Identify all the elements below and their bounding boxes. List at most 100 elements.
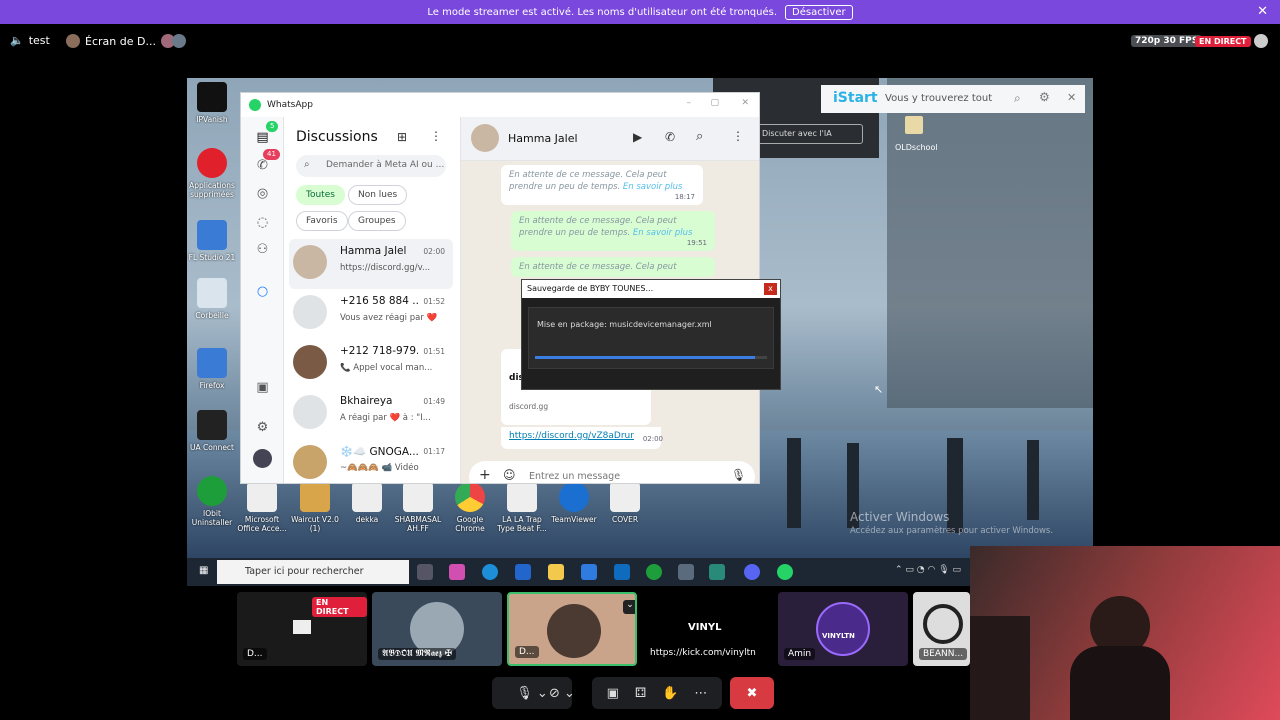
media-icon[interactable]: ▣ [254,379,271,396]
avatar [293,295,327,329]
list-item[interactable]: Hamma Jalel 02:00 https://discord.gg/v..… [289,239,453,289]
avatar [171,34,186,48]
taskbar-search-input[interactable]: Taper ici pour rechercher [217,560,409,584]
task-view-icon[interactable] [417,564,433,580]
filter-unread[interactable]: Non lues [348,185,408,205]
desktop-icon-ipvanish[interactable]: IPVanish [187,82,237,124]
store-icon[interactable] [581,564,597,580]
folder-label: OLDschool [895,143,938,152]
participant-tile[interactable]: VINYLTN Amin [778,592,908,666]
participant-tile[interactable]: VINYL https://kick.com/vinyltn [642,592,772,666]
app-icon[interactable] [678,564,694,580]
app-icon[interactable] [709,564,725,580]
sticker-icon[interactable]: ☺ [503,468,516,482]
search-input[interactable]: ⌕ Demander à Meta AI ou ... [296,155,446,177]
close-icon[interactable]: x [764,283,777,295]
microphone-icon[interactable]: 🎙 [731,468,746,482]
tile-label: 𝕬𝕭𝕯𝕺𝖀 𝕸𝕽𝖆𝖊𝖟 ✠ [378,648,457,660]
new-chat-icon[interactable]: ⊞ [397,130,407,144]
filter-favorites[interactable]: Favoris [296,211,348,231]
chat-bubble-icon[interactable] [1254,34,1268,48]
more-options-icon[interactable]: ⋯ [694,686,707,701]
maximize-icon[interactable]: ▢ [710,98,719,108]
plus-icon[interactable]: + [479,467,491,483]
system-tray-icons[interactable]: ⌃ ▭ ◔ ◠ 🎙 ▭ [895,565,961,575]
leave-call-button[interactable]: ✖ [730,677,774,709]
camera-button[interactable]: ⊘ ⌄ [538,677,586,709]
desktop-icon[interactable]: Waircut V2.0 (1) [290,482,340,533]
gear-icon[interactable]: ⚙ [1039,90,1050,104]
folder-icon[interactable] [905,116,923,134]
desktop-icon[interactable]: dekka [342,482,392,524]
status-icon[interactable]: ◎ [254,185,271,202]
avatar[interactable] [471,124,499,152]
list-item[interactable]: +216 58 884 ... 01:52 Vous avez réagi pa… [289,289,453,339]
avatar[interactable] [253,449,272,468]
search-icon[interactable]: ⌕ [696,129,703,144]
message-input[interactable]: Entrez un message [529,471,620,482]
desktop-icon[interactable]: IObit Uninstaller [187,476,237,527]
file-explorer-icon[interactable] [548,564,564,580]
whatsapp-icon[interactable] [777,564,793,580]
minimize-icon[interactable]: – [687,98,692,108]
video-call-icon[interactable]: ▶ [633,130,642,144]
start-button[interactable]: ▦ [199,565,208,576]
iobit-icon[interactable] [646,564,662,580]
desktop-icon-ua-connect[interactable]: UA Connect [187,410,237,452]
participant-tile[interactable]: BEANN... [913,592,970,666]
close-icon[interactable]: ✕ [1067,91,1076,104]
discord-icon[interactable] [744,564,760,580]
desktop-icon[interactable]: Google Chrome [445,482,495,533]
desktop-icon-opera[interactable]: Applications supprimées [187,148,237,199]
opera-icon [197,148,227,178]
chevron-down-icon[interactable]: ⌄ [623,600,635,614]
outlook-icon[interactable] [614,564,630,580]
close-icon[interactable]: ✕ [741,98,749,108]
message-composer[interactable]: + ☺ Entrez un message 🎙 [469,461,755,483]
desktop-icon[interactable]: SHABMASAL AH.FF [393,482,443,533]
channels-icon[interactable]: ◌ [254,214,271,231]
page-title: Discussions [296,129,378,145]
istart-search[interactable]: Vous y trouverez tout [885,93,992,104]
more-options-icon[interactable]: ⋮ [430,129,442,143]
desktop-icon-recycle-bin[interactable]: Corbeille [187,278,237,320]
desktop-icon[interactable]: TeamViewer [549,482,599,524]
participant-tile[interactable]: D... ⌄ [507,592,637,666]
filter-groups[interactable]: Groupes [348,211,406,231]
participant-tile[interactable]: 𝕬𝕭𝕯𝕺𝖀 𝕸𝕽𝖆𝖊𝖟 ✠ [372,592,502,666]
desktop-icon[interactable]: LA LA Trap Type Beat F... [497,482,547,533]
file-icon [247,482,277,512]
copilot-icon[interactable] [449,564,465,580]
list-item[interactable]: ❄️☁️ GNOGA... 01:17 ~🙈🙈🙈 📹 Vidéo [289,439,453,483]
desktop-icon[interactable]: Microsoft Office Acce... [237,482,287,533]
search-icon[interactable]: ⌕ [1014,91,1021,106]
ai-chat-button[interactable]: Discuter avec l'IA [757,124,863,144]
voice-channel[interactable]: 🔈 test [10,34,50,47]
screen-share-icon[interactable]: ▣ [607,686,619,701]
desktop-icon-flstudio[interactable]: FL Studio 21 [187,220,237,262]
streamer-mode-banner: Le mode streamer est activé. Les noms d'… [0,0,1280,24]
participant-tile[interactable]: EN DIRECT D... [237,592,367,666]
activities-icon[interactable]: ⚃ [635,686,646,701]
edge-icon[interactable] [482,564,498,580]
more-options-icon[interactable]: ⋮ [732,129,744,143]
screen-share-title[interactable]: Écran de D... [66,34,186,48]
disable-streamer-button[interactable]: Désactiver [785,4,853,20]
gear-icon[interactable]: ⚙ [254,419,271,436]
discord-link[interactable]: https://discord.gg/vZ8aDrur [509,431,634,441]
dialog-message: Mise en package: musicdevicemanager.xml [537,320,712,329]
trip-icon[interactable] [515,564,531,580]
list-item[interactable]: Bkhaireya 01:49 A réagi par ❤️ à : "I... [289,389,453,439]
list-item[interactable]: +212 718-979... 01:51 📞 Appel vocal man.… [289,339,453,389]
close-icon[interactable]: ✕ [1257,4,1268,19]
contact-name[interactable]: Hamma Jalel [508,132,578,145]
filter-all[interactable]: Toutes [296,185,345,205]
communities-icon[interactable]: ⚇ [254,241,271,258]
desktop-icon[interactable]: COVER [600,482,650,524]
desktop-icon-firefox[interactable]: Firefox [187,348,237,390]
avatar [293,345,327,379]
dialog-title: Sauvegarde de BYBY TOUNES... [527,284,654,293]
phone-icon[interactable]: ✆ [665,130,675,144]
meta-ai-icon[interactable]: ○ [254,283,271,300]
soundboard-icon[interactable]: ✋ [662,686,678,701]
